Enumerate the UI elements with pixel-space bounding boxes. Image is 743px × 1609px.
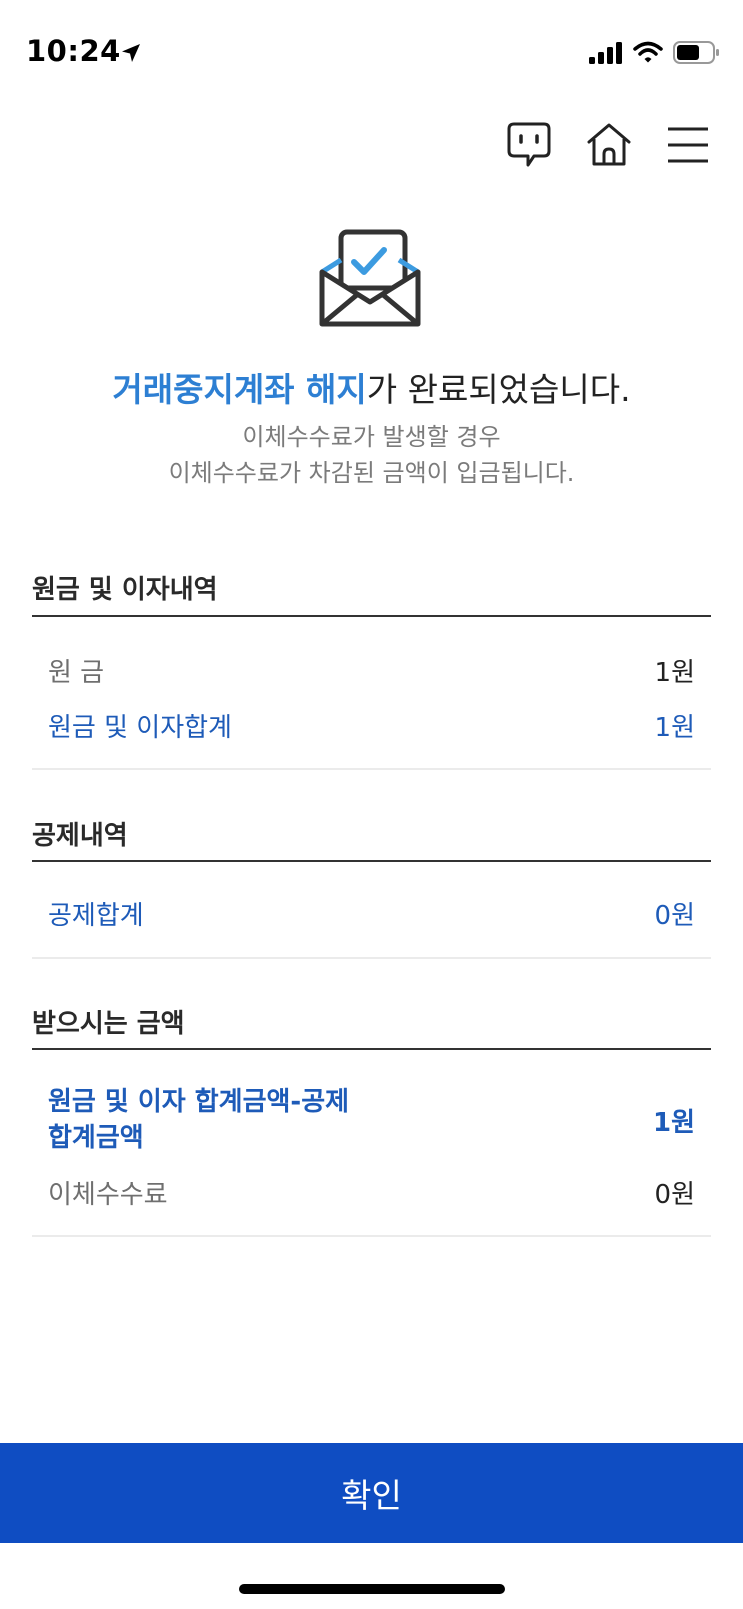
completion-headline: 거래중지계좌 해지가 완료되었습니다. bbox=[0, 363, 743, 411]
cellular-signal-icon bbox=[589, 42, 623, 68]
section-divider bbox=[32, 860, 711, 862]
row-divider bbox=[32, 957, 711, 959]
transfer-fee-label: 이체수수료 bbox=[48, 1180, 168, 1210]
deduction-total-value: 0원 bbox=[654, 901, 695, 931]
principal-section-title: 원금 및 이자내역 bbox=[32, 575, 218, 605]
net-amount-value: 1원 bbox=[652, 1108, 695, 1138]
principal-value: 1원 bbox=[654, 658, 695, 688]
headline-highlight: 거래중지계좌 해지 bbox=[112, 370, 367, 409]
principal-label: 원 금 bbox=[48, 658, 105, 688]
headline-rest: 가 완료되었습니다. bbox=[366, 370, 631, 409]
received-section-title: 받으시는 금액 bbox=[32, 1009, 185, 1039]
net-amount-label-line-1: 원금 및 이자 합계금액-공제 bbox=[48, 1087, 350, 1117]
row-divider bbox=[32, 1235, 711, 1237]
chat-bubble-icon bbox=[506, 121, 552, 173]
top-nav-bar bbox=[0, 110, 743, 180]
principal-interest-total-value: 1원 bbox=[654, 713, 695, 743]
home-indicator bbox=[239, 1584, 505, 1594]
principal-interest-total-label: 원금 및 이자합계 bbox=[48, 713, 232, 743]
subtext-line-2: 이체수수료가 차감된 금액이 입금됩니다. bbox=[168, 459, 575, 487]
net-amount-label: 원금 및 이자 합계금액-공제 합계금액 bbox=[48, 1084, 349, 1156]
subtext-line-1: 이체수수료가 발생할 경우 bbox=[242, 423, 501, 451]
section-divider bbox=[32, 1048, 711, 1050]
chatbot-button[interactable] bbox=[502, 120, 556, 174]
transfer-fee-value: 0원 bbox=[654, 1180, 695, 1210]
net-amount-label-line-2: 합계금액 bbox=[48, 1123, 144, 1153]
home-button[interactable] bbox=[582, 120, 636, 174]
wifi-icon bbox=[633, 40, 663, 68]
deduction-section-title: 공제내역 bbox=[32, 821, 128, 851]
section-divider bbox=[32, 615, 711, 617]
battery-icon bbox=[673, 41, 721, 69]
envelope-check-icon bbox=[318, 228, 422, 336]
completion-subtext: 이체수수료가 발생할 경우 이체수수료가 차감된 금액이 입금됩니다. bbox=[0, 419, 743, 491]
row-divider bbox=[32, 768, 711, 770]
hamburger-menu-icon bbox=[667, 126, 709, 168]
confirm-button[interactable]: 확인 bbox=[0, 1443, 743, 1543]
location-arrow-icon bbox=[120, 42, 142, 68]
home-icon bbox=[585, 122, 633, 172]
menu-button[interactable] bbox=[661, 120, 715, 174]
status-time: 10:24 bbox=[26, 34, 121, 68]
status-bar: 10:24 bbox=[0, 0, 743, 100]
deduction-total-label: 공제합계 bbox=[48, 901, 144, 931]
